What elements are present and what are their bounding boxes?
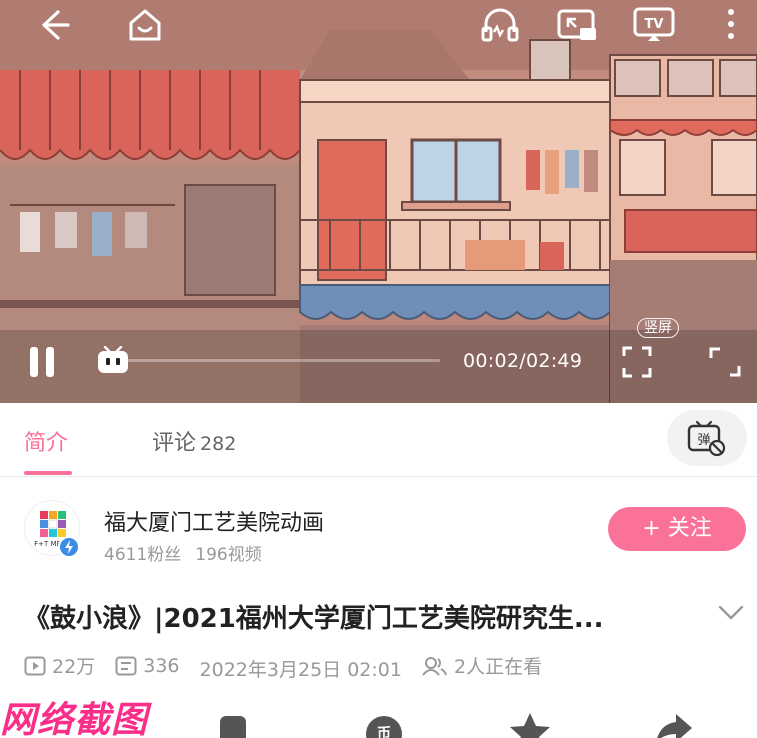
time-display: 00:02/02:49 — [463, 350, 583, 372]
back-icon[interactable] — [36, 8, 70, 42]
danmaku-count-icon — [115, 656, 137, 675]
danmaku-count: 336 — [143, 654, 180, 677]
video-meta: 22万 336 2022年3月25日 02:01 2人正在看 — [24, 652, 556, 682]
watching-count: 2人正在看 — [454, 656, 543, 678]
video-count: 196视频 — [195, 545, 262, 565]
favorite-star-icon[interactable] — [508, 712, 552, 738]
headphones-icon[interactable] — [480, 6, 520, 44]
svg-text:TV: TV — [645, 17, 664, 32]
uploader-section: F+T MESIS 福大厦门工艺美院动画 4611粉丝 196视频 + 关注 — [0, 478, 757, 578]
view-count: 22万 — [52, 656, 96, 678]
fans-count: 4611粉丝 — [104, 545, 182, 565]
view-count-item: 22万 — [24, 652, 95, 679]
tab-comments[interactable]: 评论 282 — [152, 425, 236, 457]
mini-window-icon[interactable] — [556, 8, 598, 44]
share-icon[interactable] — [654, 712, 694, 738]
publish-date: 2022年3月25日 02:01 — [199, 658, 402, 681]
danmaku-count-item: 336 — [115, 654, 180, 677]
video-player[interactable]: TV 00:02/02:49 竖屏 — [0, 0, 757, 403]
home-icon[interactable] — [126, 6, 164, 44]
tab-bar: 简介 评论 282 — [0, 403, 757, 477]
tab-intro[interactable]: 简介 — [24, 425, 68, 457]
active-tab-indicator — [24, 471, 72, 475]
watching-people-icon — [422, 656, 447, 676]
video-title[interactable]: 《鼓小浪》|2021福州大学厦门工艺美院研究生... — [24, 598, 684, 635]
svg-text:弹: 弹 — [697, 433, 710, 448]
vertical-screen-badge[interactable]: 竖屏 — [637, 318, 679, 338]
watching-item: 2人正在看 — [422, 652, 542, 679]
video-frame-illustration — [0, 0, 757, 403]
coin-icon[interactable]: 币 — [364, 712, 404, 738]
like-icon[interactable] — [218, 712, 252, 738]
tv-cast-icon[interactable]: TV — [632, 6, 676, 44]
play-count-icon — [24, 656, 46, 675]
chevron-down-icon[interactable] — [717, 604, 745, 626]
more-icon[interactable] — [724, 6, 738, 44]
progress-thumb-tv-icon[interactable] — [96, 346, 130, 376]
follow-button[interactable]: + 关注 — [608, 507, 746, 551]
comment-count: 282 — [200, 433, 237, 455]
danmaku-off-icon: 弹 — [687, 420, 726, 457]
uploader-stats: 4611粉丝 196视频 — [104, 540, 262, 565]
fullscreen-icon[interactable] — [622, 346, 652, 378]
watermark-text: 网络截图 — [0, 700, 149, 738]
pause-icon[interactable] — [28, 346, 58, 378]
landscape-fullscreen-icon[interactable] — [708, 346, 742, 378]
danmaku-toggle-button[interactable]: 弹 — [667, 410, 747, 466]
svg-text:币: 币 — [377, 726, 391, 738]
verified-badge-icon — [58, 536, 80, 558]
uploader-name[interactable]: 福大厦门工艺美院动画 — [104, 505, 324, 537]
progress-bar[interactable] — [100, 359, 440, 362]
